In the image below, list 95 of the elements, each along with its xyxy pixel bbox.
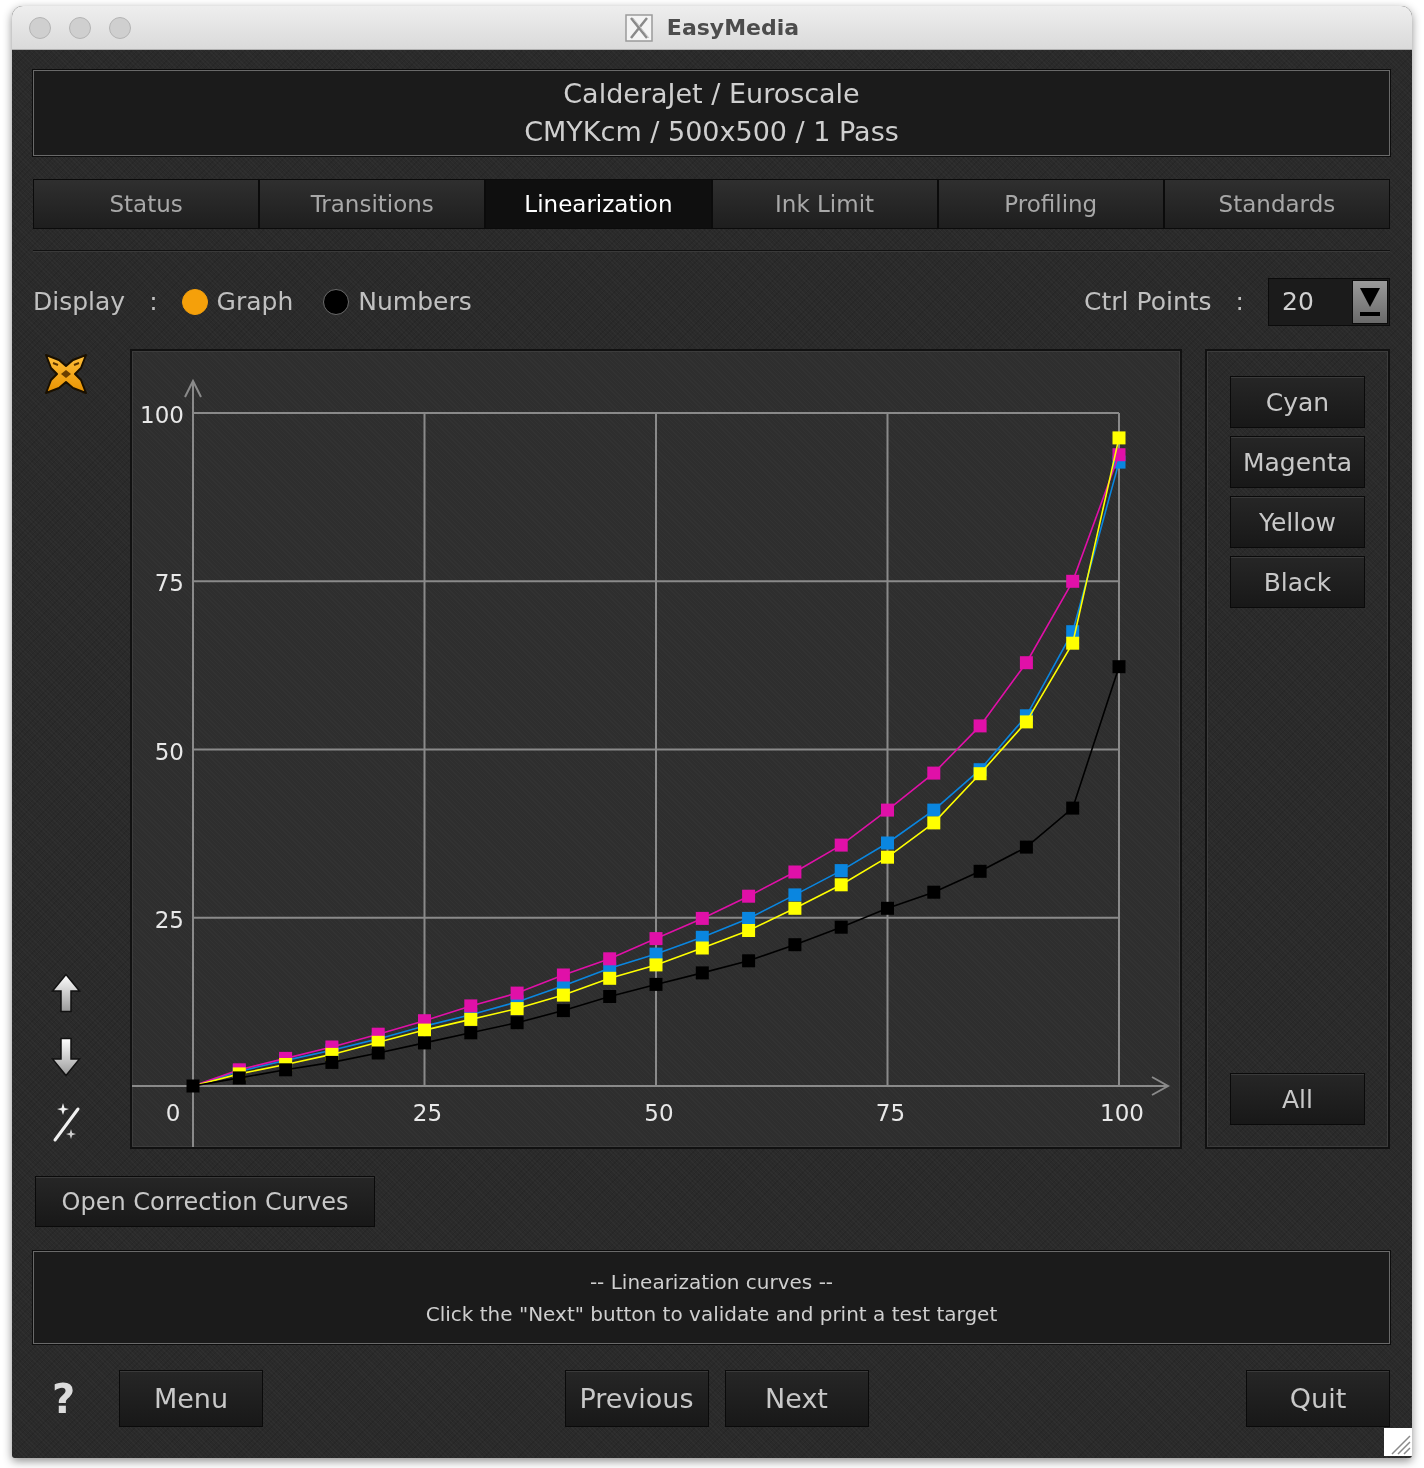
tick-label: 75 <box>875 1100 906 1126</box>
radio-icon[interactable] <box>181 289 208 315</box>
data-point <box>788 888 802 902</box>
down-arrow-icon[interactable] <box>51 1037 81 1077</box>
data-point <box>834 838 848 852</box>
data-point <box>556 1004 570 1018</box>
tick-label: 75 <box>154 570 184 597</box>
cross-star-icon[interactable] <box>44 352 88 396</box>
app-icon <box>624 13 653 42</box>
tick-label: 100 <box>1100 1100 1144 1126</box>
data-point <box>973 767 987 781</box>
caret-icon <box>1357 285 1383 319</box>
data-point <box>1112 660 1126 674</box>
all-button[interactable]: All <box>1230 1073 1365 1125</box>
data-point <box>695 911 709 925</box>
data-point <box>788 901 802 915</box>
data-point <box>649 932 663 946</box>
data-point <box>603 990 617 1003</box>
data-point <box>834 878 848 892</box>
data-point <box>510 1016 524 1030</box>
menu-button[interactable]: Menu <box>119 1370 263 1427</box>
up-arrow-icon[interactable] <box>51 973 81 1013</box>
label-colon: : <box>1235 286 1244 319</box>
tick-label: 25 <box>412 1100 443 1126</box>
data-point <box>464 1026 478 1040</box>
data-point <box>1066 801 1080 815</box>
data-point <box>742 911 756 925</box>
next-button[interactable]: Next <box>724 1370 869 1427</box>
data-point <box>834 864 848 878</box>
tick-label: 25 <box>154 906 184 933</box>
header-text: CalderaJet / Euroscale <box>563 77 860 111</box>
data-point <box>695 966 709 980</box>
data-point <box>742 924 756 937</box>
data-point <box>510 1002 524 1016</box>
data-point <box>927 816 941 830</box>
data-point <box>649 977 663 991</box>
channel-button[interactable]: Magenta <box>1230 436 1365 488</box>
data-point <box>603 952 617 966</box>
tick-label: 50 <box>154 738 184 765</box>
channel-button[interactable]: Cyan <box>1230 376 1365 428</box>
message-title: -- Linearization curves -- <box>589 1268 834 1296</box>
data-point <box>556 968 570 982</box>
data-point <box>927 803 941 817</box>
previous-button[interactable]: Previous <box>564 1370 709 1427</box>
tick-label: 0 <box>165 1100 181 1126</box>
data-point <box>834 920 848 934</box>
data-point <box>973 719 987 733</box>
data-point <box>742 954 756 968</box>
header-text: CMYKcm / 500x500 / 1 Pass <box>524 115 899 149</box>
radio-option[interactable]: Numbers <box>323 283 472 321</box>
quit-button[interactable]: Quit <box>1246 1370 1390 1427</box>
data-point <box>1066 574 1080 588</box>
data-point <box>649 958 663 972</box>
data-point <box>788 938 802 952</box>
data-point <box>510 986 524 1000</box>
tab[interactable]: Standards <box>1163 179 1390 229</box>
data-point <box>186 1079 200 1093</box>
tab[interactable]: Profiling <box>937 179 1164 229</box>
ctrl-points-select[interactable]: 20 <box>1268 278 1390 326</box>
label-colon: : <box>149 286 158 319</box>
data-point <box>1019 656 1033 670</box>
data-point <box>973 864 987 878</box>
data-point <box>1019 840 1033 854</box>
radio-option[interactable]: Graph <box>181 283 294 321</box>
help-button[interactable]: ? <box>52 1378 84 1419</box>
tick-label: 50 <box>644 1100 674 1126</box>
data-point <box>788 865 802 879</box>
data-point <box>881 850 894 864</box>
data-point <box>1112 431 1126 445</box>
tab[interactable]: Transitions <box>259 179 486 229</box>
channel-button[interactable]: Black <box>1230 556 1365 608</box>
data-point <box>927 885 941 899</box>
window-title: EasyMedia <box>666 16 800 39</box>
message-text: Click the "Next" button to validate and print a test target <box>425 1300 998 1328</box>
radio-icon[interactable] <box>323 289 350 315</box>
data-point <box>464 999 478 1013</box>
data-point <box>1019 715 1033 729</box>
data-point <box>881 836 894 850</box>
display-label: Display <box>33 286 126 319</box>
data-point <box>881 803 894 817</box>
resize-grip-icon[interactable] <box>1384 1428 1412 1456</box>
tick-label: 100 <box>140 402 184 428</box>
channel-button[interactable]: Yellow <box>1230 496 1365 548</box>
data-point <box>742 889 756 903</box>
tab[interactable]: Ink Limit <box>711 179 938 229</box>
data-point <box>881 901 894 915</box>
data-point <box>279 1063 293 1077</box>
data-point <box>232 1071 246 1085</box>
tab[interactable]: Linearization <box>485 179 712 229</box>
data-point <box>418 1036 431 1050</box>
tab[interactable]: Status <box>33 179 260 229</box>
open-curves-button[interactable]: Open Correction Curves <box>35 1176 375 1227</box>
dropdown-button[interactable] <box>1352 280 1388 324</box>
ctrl-points-label: Ctrl Points <box>1084 286 1212 319</box>
data-point <box>927 766 941 780</box>
